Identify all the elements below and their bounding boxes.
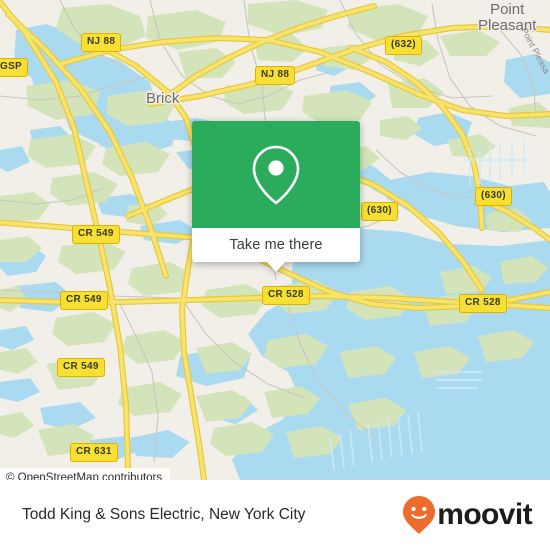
shield-cr549-b[interactable]: CR 549 xyxy=(60,291,108,310)
place-label-brick: Brick xyxy=(146,90,180,107)
popup-header xyxy=(192,121,360,228)
shield-cr549-c[interactable]: CR 549 xyxy=(57,358,105,377)
popup-footer[interactable]: Take me there xyxy=(192,228,360,262)
shield-632[interactable]: (632) xyxy=(385,36,422,55)
shield-nj88-a[interactable]: NJ 88 xyxy=(81,33,122,52)
place-label-line1: Point xyxy=(490,1,525,18)
footer-bar: Todd King & Sons Electric, New York City… xyxy=(0,480,550,550)
moovit-wordmark: moovit xyxy=(437,498,532,531)
shield-cr528-a[interactable]: CR 528 xyxy=(262,286,310,305)
take-me-there-label: Take me there xyxy=(229,237,323,253)
shield-cr631[interactable]: CR 631 xyxy=(70,443,118,462)
shield-630-b[interactable]: (630) xyxy=(475,187,512,206)
shield-nj88-b[interactable]: NJ 88 xyxy=(255,66,296,85)
shield-gsp[interactable]: GSP xyxy=(0,58,29,77)
moovit-smiley-pin-icon xyxy=(403,496,436,534)
shield-cr528-b[interactable]: CR 528 xyxy=(459,294,507,313)
location-title: Todd King & Sons Electric, New York City xyxy=(22,506,306,523)
shield-630-a[interactable]: (630) xyxy=(361,202,398,221)
map-popup-card[interactable]: Take me there xyxy=(192,121,360,272)
map-canvas[interactable]: Brick Point Pleasant Point Pleasa GSP NJ… xyxy=(0,0,550,480)
popup-tail xyxy=(267,262,285,272)
moovit-logo[interactable]: moovit xyxy=(402,495,533,535)
osm-attribution-text: © OpenStreetMap contributors xyxy=(6,472,163,480)
osm-attribution[interactable]: © OpenStreetMap contributors xyxy=(0,468,171,480)
screenshot-root: Brick Point Pleasant Point Pleasa GSP NJ… xyxy=(0,0,550,550)
map-pin-icon xyxy=(252,145,300,204)
shield-cr549-a[interactable]: CR 549 xyxy=(72,225,120,244)
